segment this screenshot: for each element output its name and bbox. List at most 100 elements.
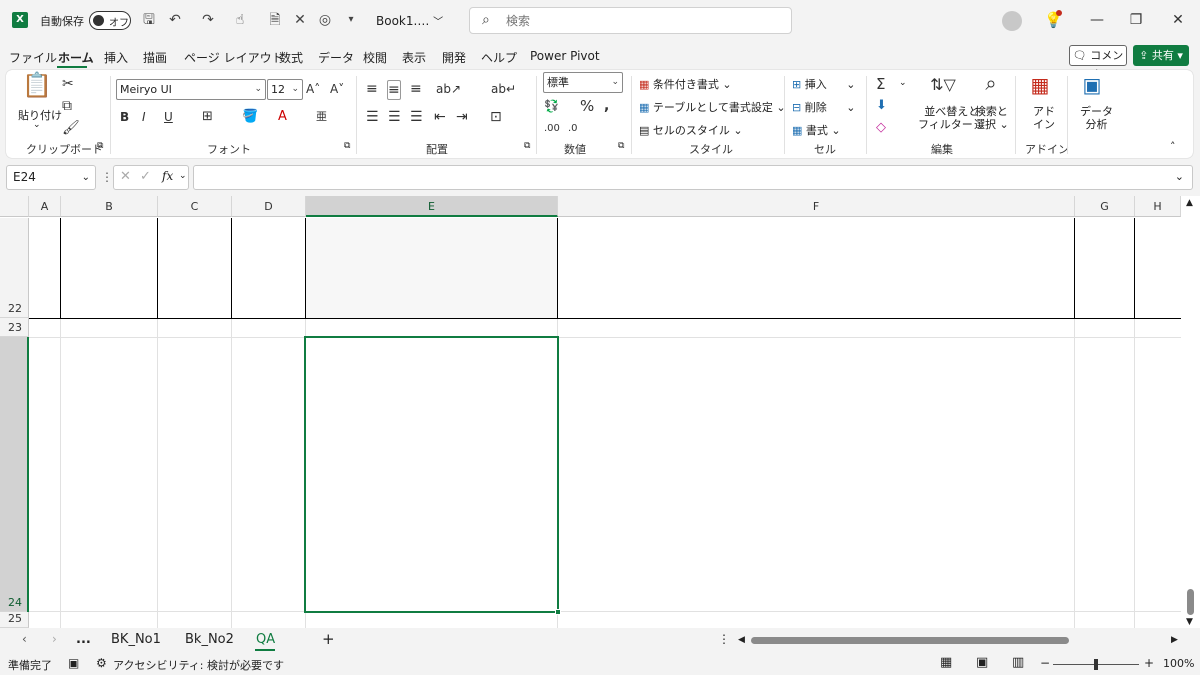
add-sheet-button[interactable]: + [322, 630, 335, 648]
scroll-down-icon[interactable]: ▼ [1186, 617, 1193, 627]
alignment-launcher-icon[interactable]: ⧉ [524, 141, 530, 151]
enter-icon[interactable]: ✓ [140, 169, 151, 184]
increase-font-icon[interactable]: A˄ [306, 80, 320, 98]
next-sheet-icon[interactable]: › [52, 632, 57, 646]
sheet-tab-qa[interactable]: QA [256, 632, 275, 647]
comma-style-icon[interactable]: , [604, 97, 609, 115]
cell-e22[interactable] [306, 218, 557, 318]
align-left-icon[interactable]: ☰ [366, 108, 379, 126]
zoom-in-button[interactable]: + [1144, 656, 1154, 670]
zoom-slider-thumb[interactable] [1094, 659, 1098, 670]
worksheet-grid[interactable]: A B C D E F G H 22 23 24 25 ▲ ▼ [0, 196, 1200, 628]
cut-icon[interactable]: ✂ [62, 75, 74, 93]
fill-color-icon[interactable]: 🪣 [242, 108, 258, 126]
zoom-out-button[interactable]: − [1040, 656, 1050, 670]
tab-formulas[interactable]: 数式 [279, 49, 303, 66]
restore-icon[interactable]: ❐ [1126, 10, 1146, 30]
normal-view-icon[interactable]: ▦ [940, 655, 952, 670]
formula-input[interactable]: ⌄ [193, 165, 1193, 190]
row-header-24[interactable]: 24 [0, 337, 29, 612]
font-color-icon[interactable]: A [278, 108, 287, 126]
scroll-left-icon[interactable]: ◀ [738, 635, 745, 645]
data-analysis-button[interactable]: データ 分析 [1080, 105, 1113, 131]
share-button[interactable]: ⇪ 共有 ▾ [1133, 45, 1189, 66]
scroll-right-icon[interactable]: ▶ [1171, 635, 1178, 645]
align-top-icon[interactable]: ≡ [366, 80, 378, 98]
workbook-title[interactable]: Book1.… ﹀ [376, 13, 443, 28]
row-header-25[interactable]: 25 [0, 612, 29, 628]
autosum-dropdown-icon[interactable]: ⌄ [899, 78, 907, 88]
tab-help[interactable]: ヘルプ [481, 49, 517, 66]
column-header-h[interactable]: H [1135, 196, 1181, 217]
conditional-formatting-button[interactable]: ▦ 条件付き書式 ⌄ [639, 76, 732, 92]
decrease-font-icon[interactable]: A˅ [330, 80, 344, 98]
italic-icon[interactable]: I [142, 108, 146, 126]
fill-handle[interactable] [555, 609, 561, 615]
column-header-g[interactable]: G [1075, 196, 1135, 217]
accessibility-icon[interactable]: ⚙ [96, 656, 107, 670]
tab-page-layout[interactable]: ページ レイアウト [184, 49, 284, 66]
tab-power-pivot[interactable]: Power Pivot [530, 49, 600, 63]
column-header-e[interactable]: E [306, 196, 558, 217]
align-bottom-icon[interactable]: ≡ [410, 80, 422, 98]
tab-file[interactable]: ファイル [9, 49, 57, 66]
paste-icon[interactable]: 📋 [22, 73, 52, 104]
cancel-icon[interactable]: ✕ [120, 169, 131, 184]
vertical-scrollbar[interactable]: ▲ ▼ [1181, 196, 1200, 628]
horizontal-scroll-thumb[interactable] [751, 637, 1069, 644]
cell-styles-button[interactable]: ▤ セルのスタイル ⌄ [639, 122, 743, 138]
sort-filter-icon[interactable]: ⇅▽ [928, 76, 958, 94]
increase-indent-icon[interactable]: ⇥ [456, 108, 468, 126]
add-ins-icon[interactable]: ▦ [1027, 75, 1053, 95]
insert-cells-button[interactable]: ⊞ 挿入 ⌄ [792, 76, 855, 92]
fill-icon[interactable]: ⬇ [876, 97, 887, 115]
align-right-icon[interactable]: ☰ [410, 108, 423, 126]
increase-decimal-icon[interactable]: .00 [544, 120, 560, 138]
align-center-icon[interactable]: ☰ [388, 108, 401, 126]
font-size-select[interactable]: 12 ⌄ [267, 79, 303, 100]
autosave-toggle[interactable]: オフ [89, 11, 131, 30]
zoom-level[interactable]: 100% [1163, 657, 1194, 670]
format-as-table-button[interactable]: ▦ テーブルとして書式設定 ⌄ [639, 99, 786, 115]
tab-developer[interactable]: 開発 [442, 49, 466, 66]
clear-icon[interactable]: ◇ [876, 119, 886, 137]
page-layout-view-icon[interactable]: ▣ [976, 655, 988, 670]
phonetic-icon[interactable]: 亜 [316, 108, 327, 126]
font-launcher-icon[interactable]: ⧉ [344, 141, 350, 151]
format-cells-button[interactable]: ▦ 書式 ⌄ [792, 122, 841, 138]
macro-record-icon[interactable]: ▣ [68, 656, 79, 670]
touch-mode-icon[interactable]: ☝ [231, 11, 249, 29]
tab-insert[interactable]: 挿入 [104, 49, 128, 66]
save-icon[interactable]: 🖫 [140, 11, 158, 29]
customize-toolbar-icon[interactable]: ▾ [342, 11, 360, 29]
merge-center-icon[interactable]: ⊡ [490, 108, 502, 126]
name-box[interactable]: E24 ⌄ [6, 165, 96, 190]
clipboard-launcher-icon[interactable]: ⧉ [97, 141, 103, 151]
account-avatar[interactable] [1002, 11, 1022, 31]
active-cell-e24[interactable] [304, 336, 559, 613]
orientation-icon[interactable]: ab↗ [436, 80, 461, 98]
comment-button[interactable]: 🗨 コメント [1069, 45, 1127, 81]
collapse-ribbon-icon[interactable]: ˄ [1170, 140, 1176, 153]
redo-icon[interactable]: ↷ [199, 11, 217, 29]
number-launcher-icon[interactable]: ⧉ [618, 141, 624, 151]
scroll-up-icon[interactable]: ▲ [1186, 198, 1193, 208]
tab-data[interactable]: データ [318, 49, 354, 66]
sheet-tab-bk-no2[interactable]: Bk_No2 [185, 632, 234, 647]
accounting-format-icon[interactable]: 💱 [544, 97, 559, 115]
font-name-select[interactable]: Meiryo UI ⌄ [116, 79, 266, 100]
tab-review[interactable]: 校閲 [363, 49, 387, 66]
print-preview-icon[interactable]: 🗎 [266, 11, 284, 29]
autosum-icon[interactable]: Σ [876, 75, 885, 93]
decrease-decimal-icon[interactable]: .0 [568, 120, 578, 138]
more-options-icon[interactable]: ⋮ [101, 170, 113, 184]
vertical-scroll-thumb[interactable] [1187, 589, 1194, 615]
undo-icon[interactable]: ↶ [166, 11, 184, 29]
percent-icon[interactable]: % [580, 97, 594, 115]
minimize-icon[interactable]: — [1087, 10, 1107, 30]
page-break-view-icon[interactable]: ▥ [1012, 655, 1024, 670]
find-select-icon[interactable]: ⌕ [978, 73, 1004, 93]
tab-draw[interactable]: 描画 [143, 49, 167, 66]
tab-home[interactable]: ホーム [58, 49, 94, 66]
decrease-indent-icon[interactable]: ⇤ [434, 108, 446, 126]
